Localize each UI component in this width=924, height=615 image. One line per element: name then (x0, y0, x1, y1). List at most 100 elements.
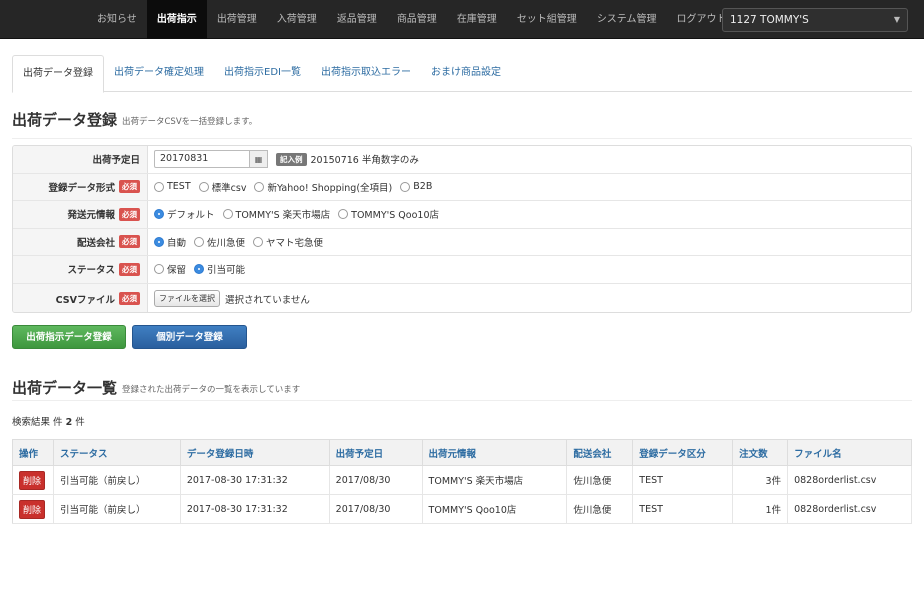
origin-option-0[interactable]: デフォルト (154, 207, 215, 221)
radio-icon (198, 181, 209, 192)
format-option-0[interactable]: TEST (154, 181, 191, 192)
upload-form: 出荷予定日 20170831 ▦ 記入例 20150716 半角数字のみ 登録デ… (12, 145, 912, 313)
radio-icon (194, 236, 205, 247)
shop-select[interactable]: 1127 TOMMY'S ▼ (722, 8, 908, 32)
format-option-1[interactable]: 標準csv (198, 180, 247, 194)
column-header-8[interactable]: ファイル名 (787, 439, 912, 466)
format-option-2[interactable]: 新Yahoo! Shopping(全項目) (254, 180, 392, 194)
cell-action: 削除 (12, 465, 54, 495)
top-navbar: お知らせ 出荷指示 出荷管理 入荷管理 返品管理 商品管理 在庫管理 セット組管理 システム管理… (0, 0, 924, 39)
cell-status: 引当可能（前戻し） (53, 465, 181, 495)
cell-file: 0828orderlist.csv (787, 494, 912, 524)
column-header-5[interactable]: 配送会社 (566, 439, 634, 466)
radio-label: 新Yahoo! Shopping(全項目) (267, 182, 393, 194)
row-ship-date: 出荷予定日 20170831 ▦ 記入例 20150716 半角数字のみ (13, 146, 911, 174)
cell-registered: 2017-08-30 17:31:32 (180, 494, 330, 524)
carrier-option-2[interactable]: ヤマト宅急便 (253, 235, 323, 249)
radio-label: TOMMY'S Qoo10店 (351, 210, 439, 222)
required-badge: 必須 (119, 292, 140, 305)
radio-icon (154, 236, 164, 247)
tab-1[interactable]: 出荷データ確定処理 (104, 55, 214, 92)
column-header-0[interactable]: 操作 (12, 439, 54, 466)
nav-item-1[interactable]: 出荷指示 (146, 0, 207, 39)
format-radio-group: TEST 標準csv 新Yahoo! Shopping(全項目) B2B (154, 174, 440, 201)
row-status: ステータス 必須 保留 引当可能 (13, 256, 911, 284)
nav-item-0[interactable]: お知らせ (87, 0, 147, 39)
label-ship-date: 出荷予定日 (13, 146, 148, 173)
origin-option-1[interactable]: TOMMY'S 楽天市場店 (222, 207, 331, 222)
tab-2[interactable]: 出荷指示EDI一覧 (214, 55, 311, 92)
radio-icon (254, 181, 265, 192)
cell-carrier: 佐川急便 (566, 494, 634, 524)
radio-label: 標準csv (211, 182, 247, 194)
list-title: 出荷データ一覧 (12, 379, 118, 397)
result-count-value: 2 (65, 417, 73, 428)
tab-0[interactable]: 出荷データ登録 (12, 55, 104, 93)
radio-icon (154, 181, 164, 192)
cell-origin: TOMMY'S Qoo10店 (422, 494, 568, 524)
column-header-1[interactable]: ステータス (53, 439, 181, 466)
radio-label: 引当可能 (207, 265, 246, 277)
radio-icon (253, 236, 264, 247)
list-subtitle: 登録された出荷データの一覧を表示しています (122, 385, 301, 395)
nav-item-4[interactable]: 返品管理 (327, 0, 387, 39)
page-title: 出荷データ登録 (12, 111, 118, 129)
example-text: 20150716 半角数字のみ (310, 155, 419, 167)
nav-item-5[interactable]: 商品管理 (387, 0, 447, 39)
cell-ship_date: 2017/08/30 (329, 465, 423, 495)
nav-item-3[interactable]: 入荷管理 (267, 0, 327, 39)
status-option-1[interactable]: 引当可能 (194, 262, 245, 276)
label-format: 登録データ形式 必須 (13, 173, 148, 200)
table-body: 削除 引当可能（前戻し） 2017-08-30 17:31:32 2017/08/30… (12, 465, 912, 524)
delete-button[interactable]: 削除 (19, 499, 46, 519)
ship-date-input[interactable]: 20170831 (154, 150, 250, 169)
tab-3[interactable]: 出荷指示取込エラー (311, 55, 421, 92)
origin-option-2[interactable]: TOMMY'S Qoo10店 (338, 207, 439, 221)
required-badge: 必須 (119, 262, 140, 276)
column-header-6[interactable]: 登録データ区分 (632, 439, 734, 466)
cell-ship_date: 2017/08/30 (329, 494, 423, 524)
tab-4[interactable]: おまけ商品設定 (421, 55, 511, 92)
cell-orders: 1件 (732, 494, 789, 524)
label-csv: CSVファイル 必須 (13, 283, 148, 312)
row-carrier: 配送会社 必須 自動 佐川急便 ヤマト宅急便 (13, 228, 911, 256)
radio-label: TEST (167, 181, 191, 193)
chevron-down-icon: ▼ (893, 15, 900, 24)
column-header-3[interactable]: 出荷予定日 (329, 439, 423, 466)
delete-button[interactable]: 削除 (19, 470, 46, 490)
radio-icon (154, 209, 164, 220)
cell-status: 引当可能（前戻し） (53, 494, 181, 524)
result-count: 検索結果 件 2 件 (12, 417, 85, 428)
list-section-header: 出荷データ一覧 登録された出荷データの一覧を表示しています (12, 377, 912, 401)
page-subtitle: 出荷データCSVを一括登録します。 (122, 117, 258, 127)
main-nav: お知らせ 出荷指示 出荷管理 入荷管理 返品管理 商品管理 在庫管理 セット組管理 システム管理… (87, 0, 737, 39)
radio-label: 保留 (167, 265, 187, 277)
nav-item-7[interactable]: セット組管理 (507, 0, 587, 39)
column-header-4[interactable]: 出荷元情報 (422, 439, 568, 466)
file-select-button[interactable]: ファイルを選択 (154, 290, 220, 307)
column-header-2[interactable]: データ登録日時 (180, 439, 330, 466)
bulk-register-button[interactable]: 出荷指示データ登録 (12, 325, 126, 349)
carrier-option-1[interactable]: 佐川急便 (194, 235, 245, 249)
cell-origin: TOMMY'S 楽天市場店 (422, 465, 568, 495)
required-badge: 必須 (119, 207, 140, 221)
radio-label: デフォルト (167, 210, 215, 222)
table-row: 削除 引当可能（前戻し） 2017-08-30 17:31:32 2017/08/30… (12, 465, 912, 495)
carrier-option-0[interactable]: 自動 (154, 235, 186, 249)
file-status-text: 選択されていません (225, 294, 310, 306)
row-csv: CSVファイル 必須 ファイルを選択 選択されていません (13, 283, 911, 312)
nav-item-8[interactable]: システム管理 (587, 0, 667, 39)
radio-label: B2B (413, 181, 433, 193)
row-format: 登録データ形式 必須 TEST 標準csv 新Yahoo! Shopping(全項目)… (13, 173, 911, 201)
single-register-button[interactable]: 個別データ登録 (132, 325, 247, 349)
column-header-7[interactable]: 注文数 (732, 439, 789, 466)
calendar-icon[interactable]: ▦ (250, 150, 268, 169)
nav-item-2[interactable]: 出荷管理 (207, 0, 267, 39)
radio-label: 佐川急便 (207, 237, 246, 249)
status-option-0[interactable]: 保留 (154, 262, 186, 276)
format-option-3[interactable]: B2B (400, 181, 432, 192)
radio-icon (222, 209, 233, 220)
upload-section-header: 出荷データ登録 出荷データCSVを一括登録します。 (12, 109, 912, 139)
radio-label: TOMMY'S 楽天市場店 (235, 210, 331, 222)
nav-item-6[interactable]: 在庫管理 (447, 0, 507, 39)
